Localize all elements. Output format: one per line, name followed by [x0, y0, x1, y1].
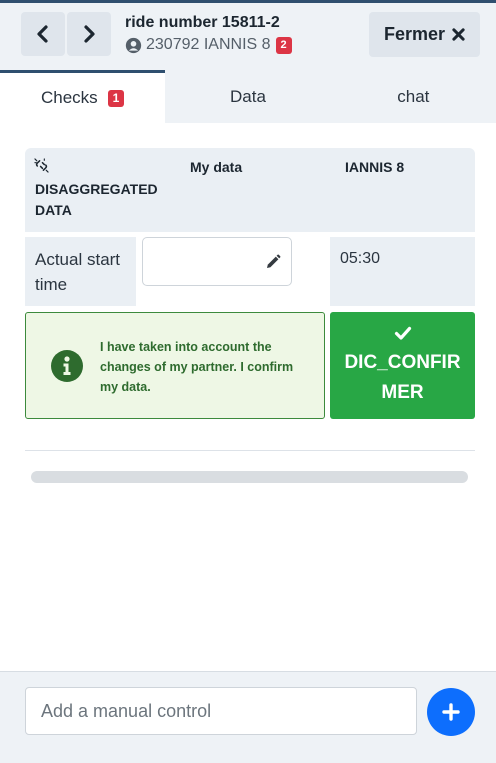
- tab-chat[interactable]: chat: [330, 70, 496, 123]
- manual-control-input[interactable]: [25, 687, 417, 735]
- tab-checks-label: Checks: [40, 88, 98, 107]
- divider: [25, 450, 475, 451]
- next-button[interactable]: [67, 12, 111, 56]
- pencil-icon[interactable]: [265, 254, 281, 270]
- info-alert: I have taken into account the changes of…: [25, 312, 325, 419]
- confirm-label: DIC_CONFIRMER: [344, 351, 461, 403]
- partner-value-actual-start-time: 05:30: [330, 237, 475, 306]
- ride-title: ride number 15811-2: [125, 14, 280, 31]
- header: ride number 15811-2 230792 IANNIS 8 2 Fe…: [0, 3, 496, 70]
- add-manual-control-button[interactable]: [427, 688, 475, 736]
- tab-chat-label: chat: [397, 86, 430, 106]
- my-data-column-header: My data: [190, 159, 243, 175]
- partner-badge: 2: [275, 36, 292, 54]
- actual-start-time-input[interactable]: [142, 237, 292, 286]
- disaggregated-data-heading: DISAGGREGATED DATA: [35, 181, 158, 218]
- tab-checks[interactable]: Checks 1: [0, 70, 166, 123]
- partner-column-header: IANNIS 8: [345, 159, 405, 175]
- info-text: I have taken into account the changes of…: [100, 340, 294, 394]
- tab-bar: Checks 1 Data chat: [0, 70, 496, 123]
- footer: [0, 671, 496, 763]
- close-button[interactable]: Fermer: [369, 12, 480, 57]
- horizontal-scrollbar[interactable]: [31, 471, 468, 483]
- tab-data-label: Data: [230, 86, 266, 106]
- plus-icon: [442, 703, 460, 721]
- user-circle-icon: [125, 37, 142, 53]
- partner-info: 230792 IANNIS 8 2: [125, 36, 292, 54]
- previous-button[interactable]: [21, 12, 65, 56]
- close-label: Fermer: [383, 24, 446, 44]
- tab-data[interactable]: Data: [165, 70, 331, 123]
- chevron-left-icon: [37, 25, 48, 43]
- info-circle-icon: [51, 350, 83, 382]
- confirm-button[interactable]: DIC_CONFIRMER: [330, 312, 475, 419]
- unlink-icon: [34, 158, 49, 173]
- chevron-right-icon: [84, 25, 95, 43]
- times-icon: [452, 28, 465, 41]
- row-label-actual-start-time: Actual start time: [25, 237, 136, 306]
- partner-info-text: 230792 IANNIS 8: [146, 36, 271, 53]
- tab-checks-badge: 1: [107, 89, 125, 107]
- check-icon: [394, 326, 411, 340]
- data-table-header: DISAGGREGATED DATA My data IANNIS 8: [25, 148, 475, 232]
